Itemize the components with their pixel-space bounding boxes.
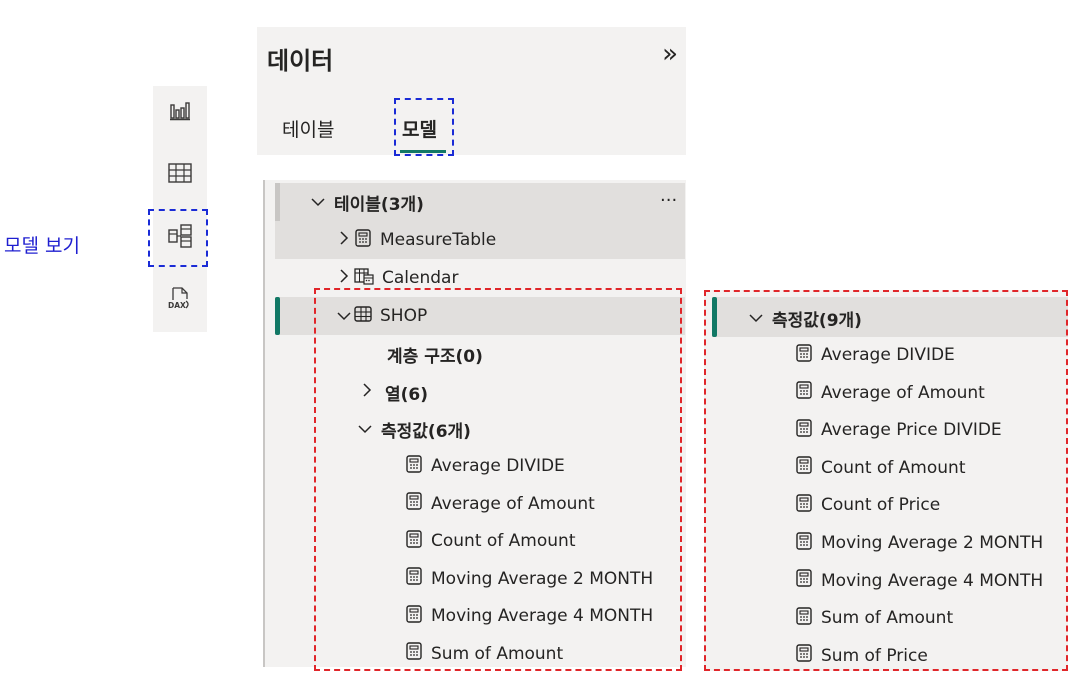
more-options-button[interactable]: ··· (660, 181, 677, 219)
data-pane-title: 데이터 (267, 47, 334, 75)
model-view-highlight-box (148, 209, 208, 267)
measure-table-icon (354, 228, 372, 252)
table-row-measuretable[interactable]: MeasureTable (334, 221, 496, 259)
table-name: Calendar (382, 268, 459, 288)
tables-header-label: 테이블(3개) (334, 194, 424, 215)
chevron-down-icon (308, 192, 328, 212)
chevron-right-icon (334, 268, 354, 289)
data-pane-header: 데이터 » 테이블 모델 (257, 27, 686, 155)
collapse-pane-button[interactable]: » (662, 39, 678, 69)
dax-icon-text: DAX (168, 301, 186, 310)
right-measures-highlight-box (704, 290, 1068, 671)
tree-left-border (263, 180, 265, 667)
dax-doc-icon: DAX (168, 287, 189, 310)
shop-measures-highlight-box (314, 288, 682, 671)
shop-row-accent (275, 297, 280, 335)
model-tab-highlight-box (394, 98, 454, 156)
tables-header[interactable]: 테이블(3개) (308, 183, 424, 221)
bar-chart-icon (170, 102, 190, 121)
tables-header-accent (275, 183, 280, 221)
dax-query-view-button[interactable]: DAX (163, 282, 197, 316)
table-grid-icon (168, 163, 192, 183)
chevron-right-icon (334, 230, 354, 251)
calendar-table-icon (354, 267, 374, 290)
table-view-button[interactable] (163, 156, 197, 190)
report-view-button[interactable] (163, 94, 197, 128)
table-name: MeasureTable (380, 230, 497, 250)
tab-table[interactable]: 테이블 (282, 115, 334, 142)
model-view-annotation-label: 모델 보기 (4, 235, 80, 257)
